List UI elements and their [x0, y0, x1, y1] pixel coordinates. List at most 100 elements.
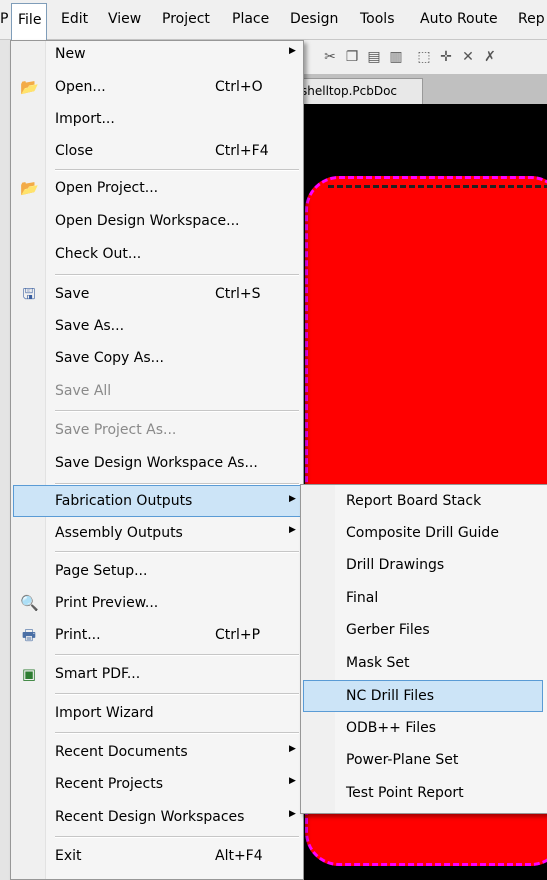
submenu-arrow-icon: ▶ [289, 46, 296, 56]
menu-item-smart-pdf[interactable]: ▣ Smart PDF... [13, 660, 301, 690]
submenu-item-mask-set[interactable]: Mask Set [303, 649, 543, 679]
menu-item-open-shortcut: Ctrl+O [215, 79, 263, 95]
select-rect-icon[interactable]: ⬚ [416, 49, 432, 65]
submenu-item-power-plane-set[interactable]: Power-Plane Set [303, 746, 543, 776]
submenu-arrow-icon: ▶ [289, 744, 296, 754]
submenu-item-label: Gerber Files [346, 622, 430, 638]
menubar-file[interactable]: File [18, 12, 41, 28]
menu-separator [55, 274, 299, 276]
submenu-item-composite-drill-guide[interactable]: Composite Drill Guide [303, 519, 543, 549]
file-menu: New ▶ 📂 Open... Ctrl+O Import... Close C… [10, 40, 304, 880]
menu-item-save-design-workspace-as[interactable]: Save Design Workspace As... [13, 449, 301, 479]
menu-item-page-setup-label: Page Setup... [55, 563, 148, 579]
submenu-item-final[interactable]: Final [303, 584, 543, 614]
menu-item-check-out-label: Check Out... [55, 246, 142, 262]
menubar-rep[interactable]: Rep [518, 11, 545, 27]
submenu-item-label: Composite Drill Guide [346, 525, 499, 541]
submenu-arrow-icon: ▶ [289, 809, 296, 819]
submenu-item-drill-drawings[interactable]: Drill Drawings [303, 551, 543, 581]
paste-special-icon[interactable]: ▥ [388, 49, 404, 65]
menu-item-save-as[interactable]: Save As... [13, 312, 301, 342]
menu-item-open-design-workspace[interactable]: Open Design Workspace... [13, 207, 301, 237]
open-project-icon: 📂 [20, 179, 39, 197]
menu-item-print[interactable]: 🖶 Print... Ctrl+P [13, 621, 301, 651]
menu-separator [55, 693, 299, 695]
submenu-item-label: NC Drill Files [346, 688, 435, 704]
menu-item-print-label: Print... [55, 627, 101, 643]
menu-item-recent-design-workspaces[interactable]: Recent Design Workspaces ▶ [13, 803, 301, 833]
menu-item-close[interactable]: Close Ctrl+F4 [13, 137, 301, 167]
menu-item-print-shortcut: Ctrl+P [215, 627, 261, 643]
fabrication-outputs-submenu: Report Board Stack Composite Drill Guide… [300, 484, 547, 814]
submenu-item-label: Test Point Report [346, 785, 464, 801]
submenu-item-label: Drill Drawings [346, 557, 445, 573]
menu-item-open-project[interactable]: 📂 Open Project... [13, 174, 301, 204]
menu-item-import-wizard[interactable]: Import Wizard [13, 699, 301, 729]
menubar: P File Edit View Project Place Design To… [0, 0, 547, 41]
submenu-item-label: Report Board Stack [346, 493, 482, 509]
menu-item-save-copy-as[interactable]: Save Copy As... [13, 344, 301, 374]
menu-item-recent-projects-label: Recent Projects [55, 776, 164, 792]
menu-item-open[interactable]: 📂 Open... Ctrl+O [13, 73, 301, 103]
copy-icon[interactable]: ❐ [344, 49, 360, 65]
submenu-item-test-point-report[interactable]: Test Point Report [303, 779, 543, 809]
menu-item-fabrication-outputs-label: Fabrication Outputs [55, 493, 193, 509]
print-preview-icon: 🔍 [20, 594, 39, 612]
submenu-item-label: Mask Set [346, 655, 410, 671]
submenu-item-label: Power-Plane Set [346, 752, 459, 768]
menu-item-print-preview[interactable]: 🔍 Print Preview... [13, 589, 301, 619]
menu-item-assembly-outputs[interactable]: Assembly Outputs ▶ [13, 519, 301, 549]
menu-item-recent-documents[interactable]: Recent Documents ▶ [13, 738, 301, 768]
submenu-item-odb-files[interactable]: ODB++ Files [303, 714, 543, 744]
menu-item-close-shortcut: Ctrl+F4 [215, 143, 269, 159]
menu-item-check-out[interactable]: Check Out... [13, 240, 301, 270]
menu-item-recent-design-workspaces-label: Recent Design Workspaces [55, 809, 245, 825]
menu-item-exit[interactable]: Exit Alt+F4 [13, 842, 301, 872]
submenu-item-nc-drill-files[interactable]: NC Drill Files [303, 680, 543, 712]
clear-icon[interactable]: ✗ [482, 49, 498, 65]
menu-item-import-wizard-label: Import Wizard [55, 705, 154, 721]
paste-icon[interactable]: ▤ [366, 49, 382, 65]
move-icon[interactable]: ✛ [438, 49, 454, 65]
submenu-arrow-icon: ▶ [289, 525, 296, 535]
cut-icon[interactable]: ✂ [322, 49, 338, 65]
menubar-edit[interactable]: Edit [61, 11, 88, 27]
menu-item-save-all-label: Save All [55, 383, 112, 399]
menu-item-recent-documents-label: Recent Documents [55, 744, 188, 760]
menu-item-fabrication-outputs[interactable]: Fabrication Outputs ▶ [13, 485, 301, 517]
open-folder-icon: 📂 [20, 78, 39, 96]
menu-item-save[interactable]: 🖫 Save Ctrl+S [13, 280, 301, 310]
menubar-project[interactable]: Project [162, 11, 210, 27]
menu-item-save-shortcut: Ctrl+S [215, 286, 261, 302]
document-tabbar: shelltop.PcbDoc [297, 74, 547, 115]
menu-item-save-project-as: Save Project As... [13, 416, 301, 446]
menu-item-recent-projects[interactable]: Recent Projects ▶ [13, 770, 301, 800]
submenu-item-label: Final [346, 590, 379, 606]
menubar-autoroute[interactable]: Auto Route [420, 11, 498, 27]
menubar-tools[interactable]: Tools [360, 11, 395, 27]
submenu-item-gerber-files[interactable]: Gerber Files [303, 616, 543, 646]
menubar-design[interactable]: Design [290, 11, 338, 27]
menu-item-import-label: Import... [55, 111, 115, 127]
menu-item-page-setup[interactable]: Page Setup... [13, 557, 301, 587]
submenu-arrow-icon: ▶ [289, 494, 296, 504]
menu-item-save-design-workspace-as-label: Save Design Workspace As... [55, 455, 258, 471]
menu-item-open-design-workspace-label: Open Design Workspace... [55, 213, 240, 229]
menu-item-save-label: Save [55, 286, 90, 302]
submenu-item-report-board-stack[interactable]: Report Board Stack [303, 487, 543, 517]
menubar-view[interactable]: View [108, 11, 141, 27]
menu-separator [55, 836, 299, 838]
menu-item-smart-pdf-label: Smart PDF... [55, 666, 141, 682]
save-disk-icon: 🖫 [22, 285, 36, 303]
menu-item-open-project-label: Open Project... [55, 180, 159, 196]
deselect-icon[interactable]: ✕ [460, 49, 476, 65]
menu-item-assembly-outputs-label: Assembly Outputs [55, 525, 183, 541]
menu-item-import[interactable]: Import... [13, 105, 301, 135]
menu-separator [55, 654, 299, 656]
menu-separator [55, 169, 299, 171]
menu-item-new[interactable]: New ▶ [13, 40, 301, 70]
submenu-arrow-icon: ▶ [289, 776, 296, 786]
menubar-file-active[interactable]: File [11, 3, 47, 41]
menubar-place[interactable]: Place [232, 11, 269, 27]
menu-separator [55, 551, 299, 553]
